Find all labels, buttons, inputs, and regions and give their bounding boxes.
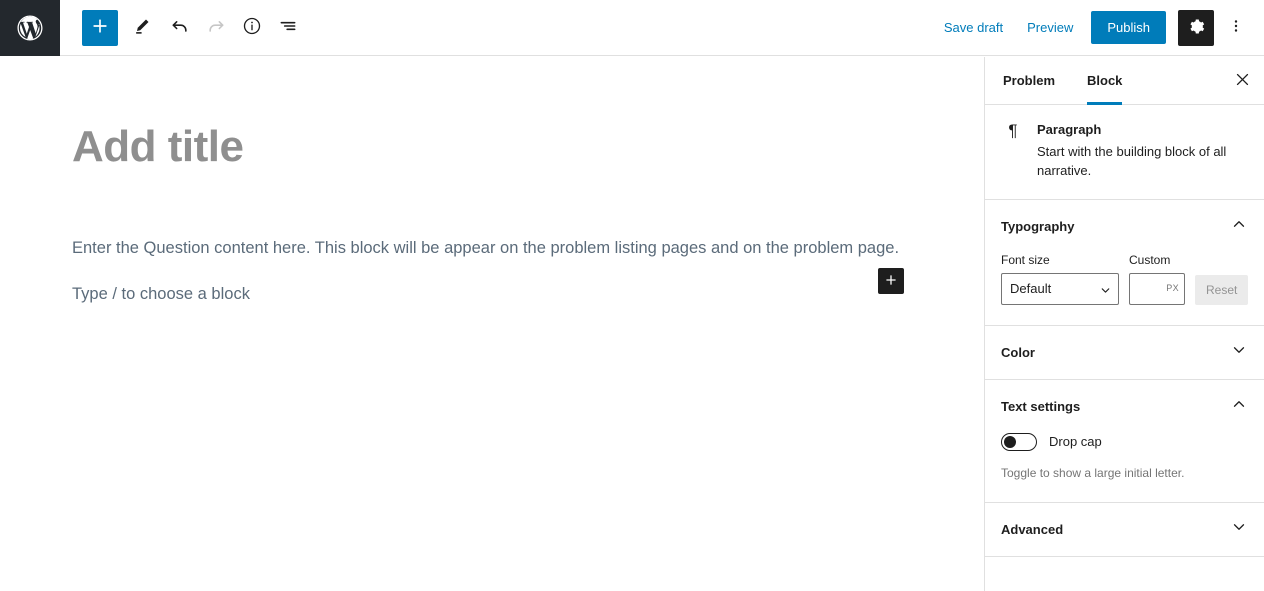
toggle-knob-icon xyxy=(1004,435,1016,448)
chevron-down-icon xyxy=(1230,341,1248,364)
plus-icon xyxy=(884,273,898,290)
panel-advanced-header[interactable]: Advanced xyxy=(985,503,1264,556)
chevron-up-icon xyxy=(1230,215,1248,238)
panel-typography-body: Font size Default Custom PX Reset xyxy=(985,253,1264,325)
font-size-field: Font size Default xyxy=(1001,253,1119,305)
editor-canvas-region: Add title Enter the Question content her… xyxy=(60,57,984,591)
sidebar-tab-bar: Problem Block xyxy=(985,57,1264,105)
details-button[interactable] xyxy=(234,10,270,46)
kebab-vertical-icon xyxy=(1227,17,1245,38)
close-x-icon xyxy=(1234,71,1251,91)
wordpress-logo-icon xyxy=(15,13,45,43)
drop-cap-row: Drop cap xyxy=(1001,432,1248,451)
block-card-text: Paragraph Start with the building block … xyxy=(1037,121,1248,181)
panel-text-settings-header[interactable]: Text settings xyxy=(985,380,1264,433)
undo-button[interactable] xyxy=(162,10,198,46)
block-card-title: Paragraph xyxy=(1037,122,1102,137)
pencil-icon xyxy=(132,16,152,39)
header-actions: Save draft Preview Publish xyxy=(932,9,1264,46)
plus-icon xyxy=(90,16,110,39)
editor-header-toolbar: Save draft Preview Publish xyxy=(0,0,1264,56)
list-view-button[interactable] xyxy=(270,10,306,46)
tab-problem[interactable]: Problem xyxy=(987,57,1071,104)
panel-color-header[interactable]: Color xyxy=(985,326,1264,379)
post-title-placeholder[interactable]: Add title xyxy=(72,122,244,173)
publish-button[interactable]: Publish xyxy=(1091,11,1166,44)
block-info-card: ¶ Paragraph Start with the building bloc… xyxy=(985,105,1264,200)
tools-pencil-button[interactable] xyxy=(124,10,160,46)
custom-font-size-label: Custom xyxy=(1129,252,1171,267)
preview-button[interactable]: Preview xyxy=(1015,14,1085,41)
paragraph-block-content[interactable]: Enter the Question content here. This bl… xyxy=(72,235,952,261)
wordpress-block-editor: Save draft Preview Publish Add title Ent… xyxy=(0,0,1264,591)
tab-block[interactable]: Block xyxy=(1071,57,1138,105)
settings-sidebar: Problem Block ¶ Paragraph Start with the… xyxy=(984,57,1264,591)
custom-font-size-field: Custom PX xyxy=(1129,253,1185,305)
custom-font-size-input-wrapper: PX xyxy=(1129,272,1185,305)
undo-arrow-icon xyxy=(170,16,190,39)
font-size-controls: Font size Default Custom PX Reset xyxy=(1001,253,1249,305)
chevron-down-icon xyxy=(1230,518,1248,541)
panel-text-settings: Text settings Drop cap Toggle to show a … xyxy=(985,380,1264,503)
redo-arrow-icon xyxy=(206,16,226,39)
font-size-select[interactable]: Default xyxy=(1001,272,1119,305)
panel-color-title: Color xyxy=(1001,344,1035,360)
panel-typography-header[interactable]: Typography xyxy=(985,200,1264,253)
paragraph-pilcrow-icon: ¶ xyxy=(1008,121,1018,140)
panel-color: Color xyxy=(985,326,1264,380)
more-options-button[interactable] xyxy=(1220,10,1252,46)
block-card-description: Start with the building block of all nar… xyxy=(1037,144,1227,179)
wordpress-logo-button[interactable] xyxy=(0,0,60,56)
settings-button[interactable] xyxy=(1178,9,1214,46)
panel-advanced-title: Advanced xyxy=(1001,521,1064,537)
panel-text-settings-title: Text settings xyxy=(1001,398,1081,414)
drop-cap-toggle[interactable] xyxy=(1001,432,1037,451)
info-circle-icon xyxy=(242,16,262,39)
font-size-select-wrapper: Default xyxy=(1001,272,1119,305)
empty-paragraph-placeholder[interactable]: Type / to choose a block xyxy=(72,281,672,307)
gear-icon xyxy=(1187,17,1206,39)
drop-cap-help-text: Toggle to show a large initial letter. xyxy=(1001,465,1185,480)
block-appender-button[interactable] xyxy=(878,268,904,294)
custom-font-size-input[interactable] xyxy=(1129,272,1185,305)
save-draft-button[interactable]: Save draft xyxy=(932,14,1015,41)
add-block-button[interactable] xyxy=(82,9,118,46)
reset-font-size-button[interactable]: Reset xyxy=(1195,274,1249,305)
panel-typography-title: Typography xyxy=(1001,218,1075,234)
header-tool-group xyxy=(82,9,306,46)
font-size-label: Font size xyxy=(1001,252,1050,267)
list-view-icon xyxy=(278,16,298,39)
panel-advanced: Advanced xyxy=(985,503,1264,557)
close-sidebar-button[interactable] xyxy=(1220,57,1264,104)
panel-text-settings-body: Drop cap Toggle to show a large initial … xyxy=(985,432,1264,502)
drop-cap-label: Drop cap xyxy=(1049,434,1102,450)
chevron-up-icon xyxy=(1230,395,1248,418)
redo-button[interactable] xyxy=(198,10,234,46)
panel-typography: Typography Font size Default Custom PX R… xyxy=(985,200,1264,326)
